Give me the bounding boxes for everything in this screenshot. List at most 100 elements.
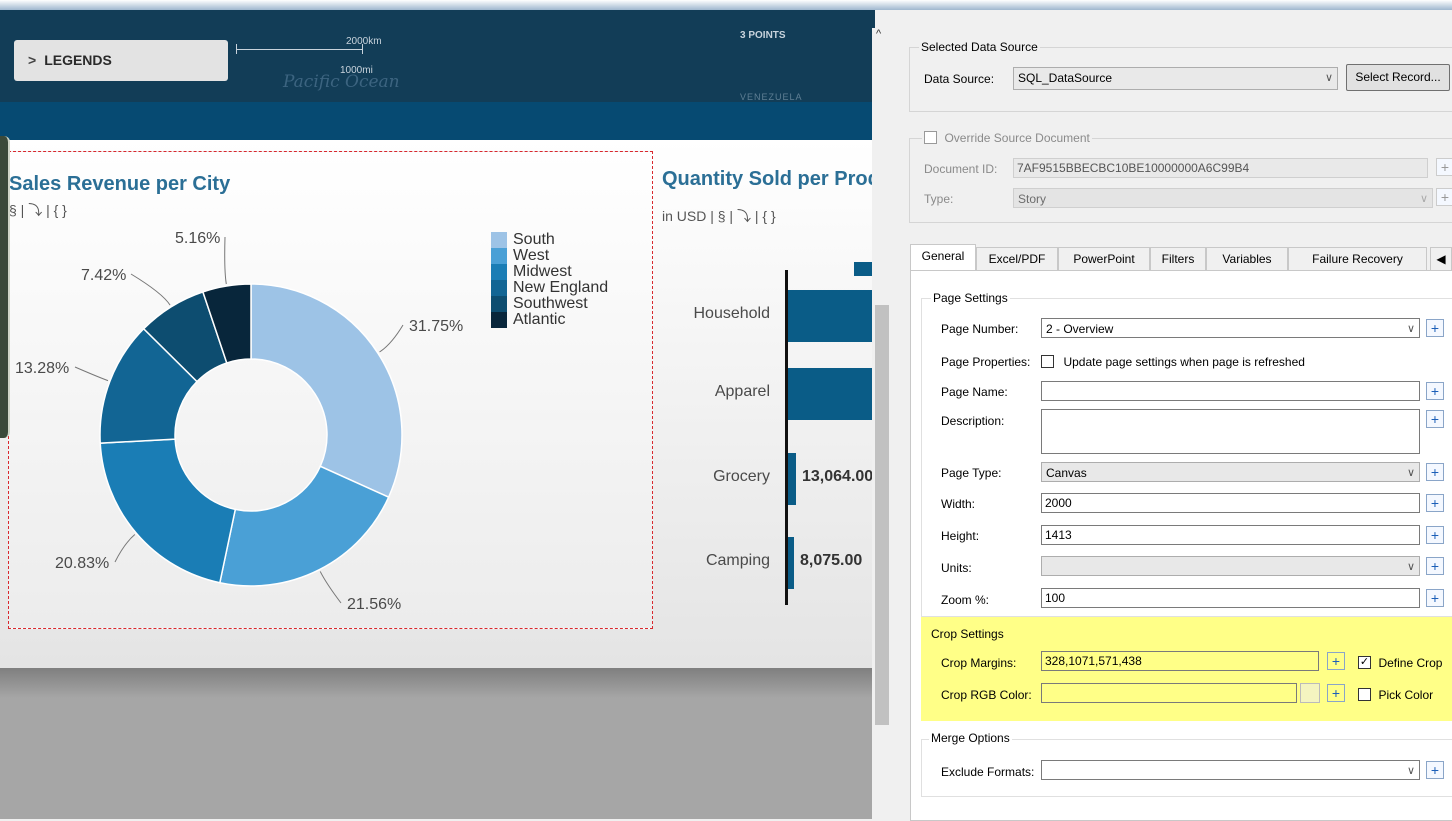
pick-color-checkbox[interactable] (1358, 688, 1371, 702)
donut-data-label: 5.16% (175, 230, 220, 247)
description-field[interactable] (1041, 409, 1420, 454)
exclude-formats-label: Exclude Formats: (941, 765, 1035, 779)
tab-powerpoint[interactable]: PowerPoint (1058, 247, 1150, 271)
scrollbar-thumb[interactable] (875, 305, 889, 725)
map-header: > LEGENDS 2000km 1000mi Pacific Ocean 3 P… (0, 10, 875, 102)
units-add-button[interactable]: + (1426, 557, 1444, 575)
units-label: Units: (941, 561, 972, 575)
page-type-dropdown[interactable]: Canvas ∨ (1041, 462, 1420, 482)
override-checkbox[interactable] (924, 131, 937, 145)
legend-item-west[interactable]: West (491, 248, 608, 264)
data-source-dropdown[interactable]: SQL_DataSource ∨ (1013, 67, 1338, 90)
crop-margins-field[interactable]: 328,1071,571,438 (1041, 651, 1319, 671)
bar-category-label: Household (693, 305, 771, 322)
width-add-button[interactable]: + (1426, 494, 1444, 512)
document-id-add-button[interactable]: + (1436, 158, 1452, 176)
donut-slice-south[interactable] (250, 283, 403, 499)
page-number-value: 2 - Overview (1046, 322, 1114, 336)
legend-swatch (491, 280, 507, 296)
page-name-field[interactable] (1041, 381, 1420, 401)
update-page-settings-checkbox[interactable] (1041, 355, 1054, 369)
window-top-strip (0, 0, 1452, 10)
type-dropdown[interactable]: Story ∨ (1013, 188, 1433, 208)
units-dropdown[interactable]: ∨ (1041, 556, 1420, 576)
document-id-field[interactable]: 7AF9515BBECBC10BE10000000A6C99B4 (1013, 158, 1428, 178)
country-label: VENEZUELA (740, 92, 803, 102)
legend-swatch (491, 248, 507, 264)
height-field[interactable]: 1413 (1041, 525, 1420, 545)
type-label: Type: (924, 192, 954, 206)
exclude-formats-dropdown[interactable]: ∨ (1041, 760, 1420, 780)
crop-color-swatch[interactable] (1300, 683, 1320, 703)
legend-item-atlantic[interactable]: Atlantic (491, 312, 608, 328)
section-header-bar (0, 102, 875, 140)
donut-data-label: 13.28% (15, 360, 69, 377)
define-crop-checkbox-row[interactable]: ✓ Define Crop (1358, 654, 1442, 672)
crop-rgb-label: Crop RGB Color: (941, 688, 1032, 702)
chevron-down-icon: ∨ (1406, 467, 1415, 479)
legend-label: Atlantic (513, 311, 566, 328)
bar-camping[interactable] (788, 537, 794, 589)
bar-category-label: Camping (705, 552, 770, 569)
override-label: Override Source Document (944, 130, 1090, 145)
crop-rgb-field[interactable] (1041, 683, 1297, 703)
data-source-value: SQL_DataSource (1018, 71, 1113, 85)
page-properties-checkbox-row[interactable]: Update page settings when page is refres… (1041, 353, 1305, 371)
legend-item-south[interactable]: South (491, 232, 608, 248)
override-checkbox-row[interactable]: Override Source Document (922, 129, 1092, 147)
tab-variables[interactable]: Variables (1206, 247, 1288, 271)
donut-leader-line (130, 273, 171, 306)
tab-general[interactable]: General (910, 244, 976, 271)
width-field[interactable]: 2000 (1041, 493, 1420, 513)
legend-item-midwest[interactable]: Midwest (491, 264, 608, 280)
tab-filters[interactable]: Filters (1150, 247, 1206, 271)
tab-excel-pdf[interactable]: Excel/PDF (976, 247, 1058, 271)
page-name-add-button[interactable]: + (1426, 382, 1444, 400)
legend-item-new-england[interactable]: New England (491, 280, 608, 296)
select-record-button[interactable]: Select Record... (1346, 64, 1450, 91)
type-add-button[interactable]: + (1436, 188, 1452, 206)
donut-data-label: 21.56% (347, 596, 401, 613)
document-id-label: Document ID: (924, 162, 998, 176)
tab-failure-recovery[interactable]: Failure Recovery (1288, 247, 1427, 271)
height-label: Height: (941, 529, 980, 543)
bar-grocery[interactable] (788, 453, 796, 505)
map-scale-bar (236, 44, 363, 54)
donut-legend: South West Midwest New England Southwest Atla… (491, 232, 608, 328)
legend-label: Midwest (513, 263, 572, 280)
page-name-label: Page Name: (941, 385, 1008, 399)
pick-color-checkbox-row[interactable]: Pick Color (1358, 686, 1433, 704)
legend-swatch (491, 312, 507, 328)
bar-apparel[interactable] (788, 368, 875, 420)
report-preview: > LEGENDS 2000km 1000mi Pacific Ocean 3 P… (0, 0, 875, 819)
donut-chart-panel[interactable]: Sales Revenue per City § | ⤵ | { } 31.75… (8, 151, 653, 629)
zoom-add-button[interactable]: + (1426, 589, 1444, 607)
left-edge-frame (0, 136, 10, 438)
legend-swatch (491, 264, 507, 280)
page-number-label: Page Number: (941, 322, 1019, 336)
page-number-add-button[interactable]: + (1426, 319, 1444, 337)
description-add-button[interactable]: + (1426, 410, 1444, 428)
page-type-add-button[interactable]: + (1426, 463, 1444, 481)
legend-item-southwest[interactable]: Southwest (491, 296, 608, 312)
update-page-settings-label: Update page settings when page is refres… (1063, 354, 1305, 369)
legend-label: South (513, 231, 555, 248)
scroll-up-arrow-icon[interactable]: ^ (876, 28, 881, 40)
donut-data-label: 31.75% (409, 318, 463, 335)
page-settings-heading: Page Settings (931, 291, 1010, 305)
donut-slice-midwest[interactable] (99, 438, 237, 584)
legends-button[interactable]: > LEGENDS (14, 40, 228, 81)
page-number-dropdown[interactable]: 2 - Overview ∨ (1041, 318, 1420, 338)
crop-margins-add-button[interactable]: + (1327, 652, 1345, 670)
donut-leader-line (224, 236, 227, 285)
exclude-formats-add-button[interactable]: + (1426, 761, 1444, 779)
define-crop-checkbox[interactable]: ✓ (1358, 656, 1371, 670)
zoom-field[interactable]: 100 (1041, 588, 1420, 608)
caret-left-icon: ◀ (1436, 252, 1446, 266)
tab-scroll-left[interactable]: ◀ (1430, 247, 1452, 271)
legends-button-label: LEGENDS (44, 52, 112, 68)
bar-household[interactable] (788, 290, 875, 342)
height-add-button[interactable]: + (1426, 526, 1444, 544)
crop-rgb-add-button[interactable]: + (1327, 684, 1345, 702)
donut-data-label: 20.83% (55, 555, 109, 572)
